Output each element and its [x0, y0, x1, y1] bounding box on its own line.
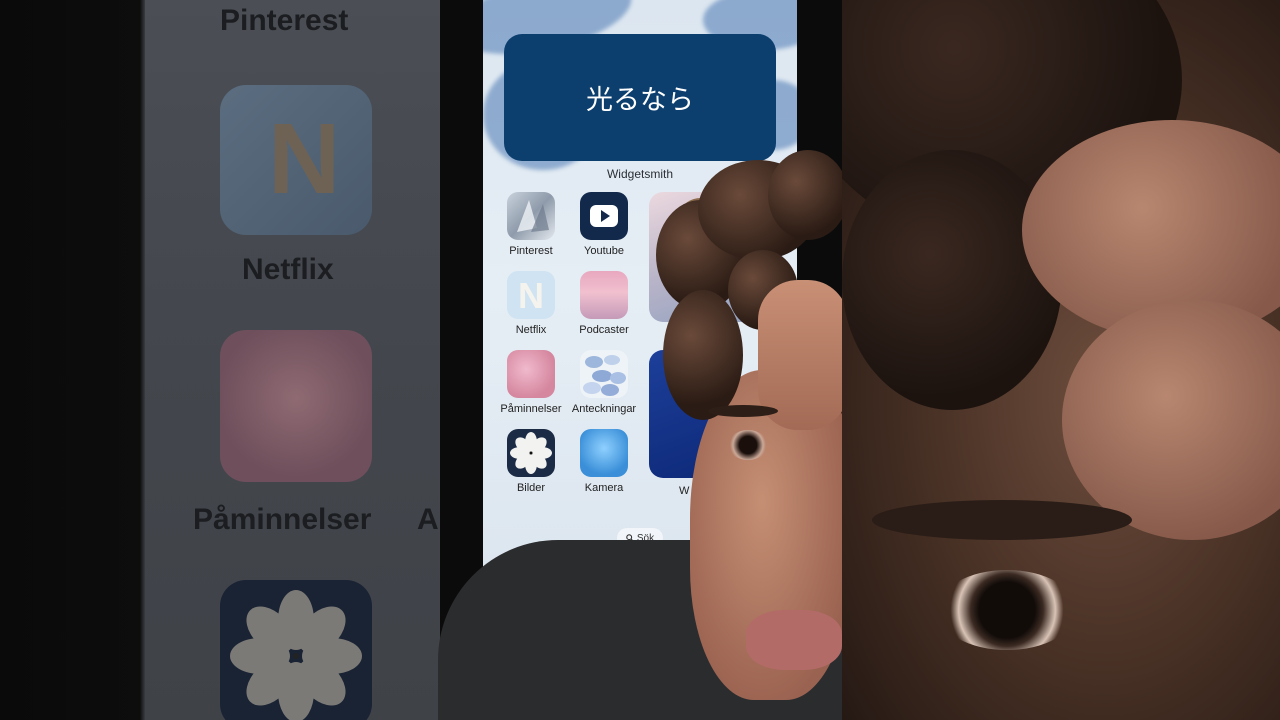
left-blurred-background: Pinterest N Netflix Påminnelser A	[0, 0, 440, 720]
app-pinterest[interactable]: Pinterest	[491, 192, 571, 257]
app-label-notes: Anteckningar	[571, 403, 637, 415]
app-netflix[interactable]: N Netflix	[491, 271, 571, 336]
notes-pills-icon	[580, 350, 628, 398]
reminders-pink-crystal-icon	[507, 350, 555, 398]
app-label-pinterest: Pinterest	[509, 245, 553, 257]
blurred-reminders-icon	[220, 330, 372, 482]
app-notes[interactable]: Anteckningar	[564, 350, 644, 415]
blurred-phone-screen: Pinterest N Netflix Påminnelser A	[145, 0, 440, 720]
blurred-netflix-icon: N	[220, 85, 372, 235]
photo-widget-eevee[interactable]	[649, 192, 779, 322]
netflix-n-icon: N	[507, 271, 555, 319]
podcast-pink-sky-icon	[580, 271, 628, 319]
search-button[interactable]: Sök	[617, 528, 663, 548]
app-youtube[interactable]: Youtube	[564, 192, 644, 257]
widgetsmith-widget[interactable]: 光るなら	[504, 34, 776, 161]
blurred-label-partial: A	[417, 503, 439, 536]
widget-text: 光るなら	[586, 85, 694, 116]
pinterest-crystal-icon	[507, 192, 555, 240]
right-blurred-background	[842, 0, 1280, 720]
camera-blue-ice-icon	[580, 429, 628, 477]
app-reminders[interactable]: Påminnelser	[491, 350, 571, 415]
search-icon	[626, 534, 634, 542]
widget-caption: Widgetsmith	[606, 167, 674, 181]
app-label-netflix: Netflix	[515, 324, 547, 336]
blurred-label-pinterest: Pinterest	[220, 4, 349, 37]
photos-flower-icon	[507, 429, 555, 477]
phone-home-screen: 光るなら Widgetsmith Pinterest Youtube N Net…	[483, 0, 797, 720]
partial-widget[interactable]	[649, 350, 709, 478]
partial-app-label: W	[679, 485, 690, 497]
app-podcaster[interactable]: Podcaster	[564, 271, 644, 336]
blurred-label-reminders: Påminnelser	[193, 503, 372, 536]
search-label: Sök	[636, 532, 655, 544]
app-label-camera: Kamera	[584, 482, 624, 494]
app-photos[interactable]: Bilder	[491, 429, 571, 494]
app-label-youtube: Youtube	[584, 245, 624, 257]
blurred-label-netflix: Netflix	[242, 253, 334, 286]
youtube-play-icon	[580, 192, 628, 240]
app-label-podcaster: Podcaster	[579, 324, 629, 336]
app-camera[interactable]: Kamera	[564, 429, 644, 494]
app-label-reminders: Påminnelser	[500, 403, 562, 415]
blurred-photos-icon	[220, 580, 372, 720]
app-label-photos: Bilder	[516, 482, 546, 494]
